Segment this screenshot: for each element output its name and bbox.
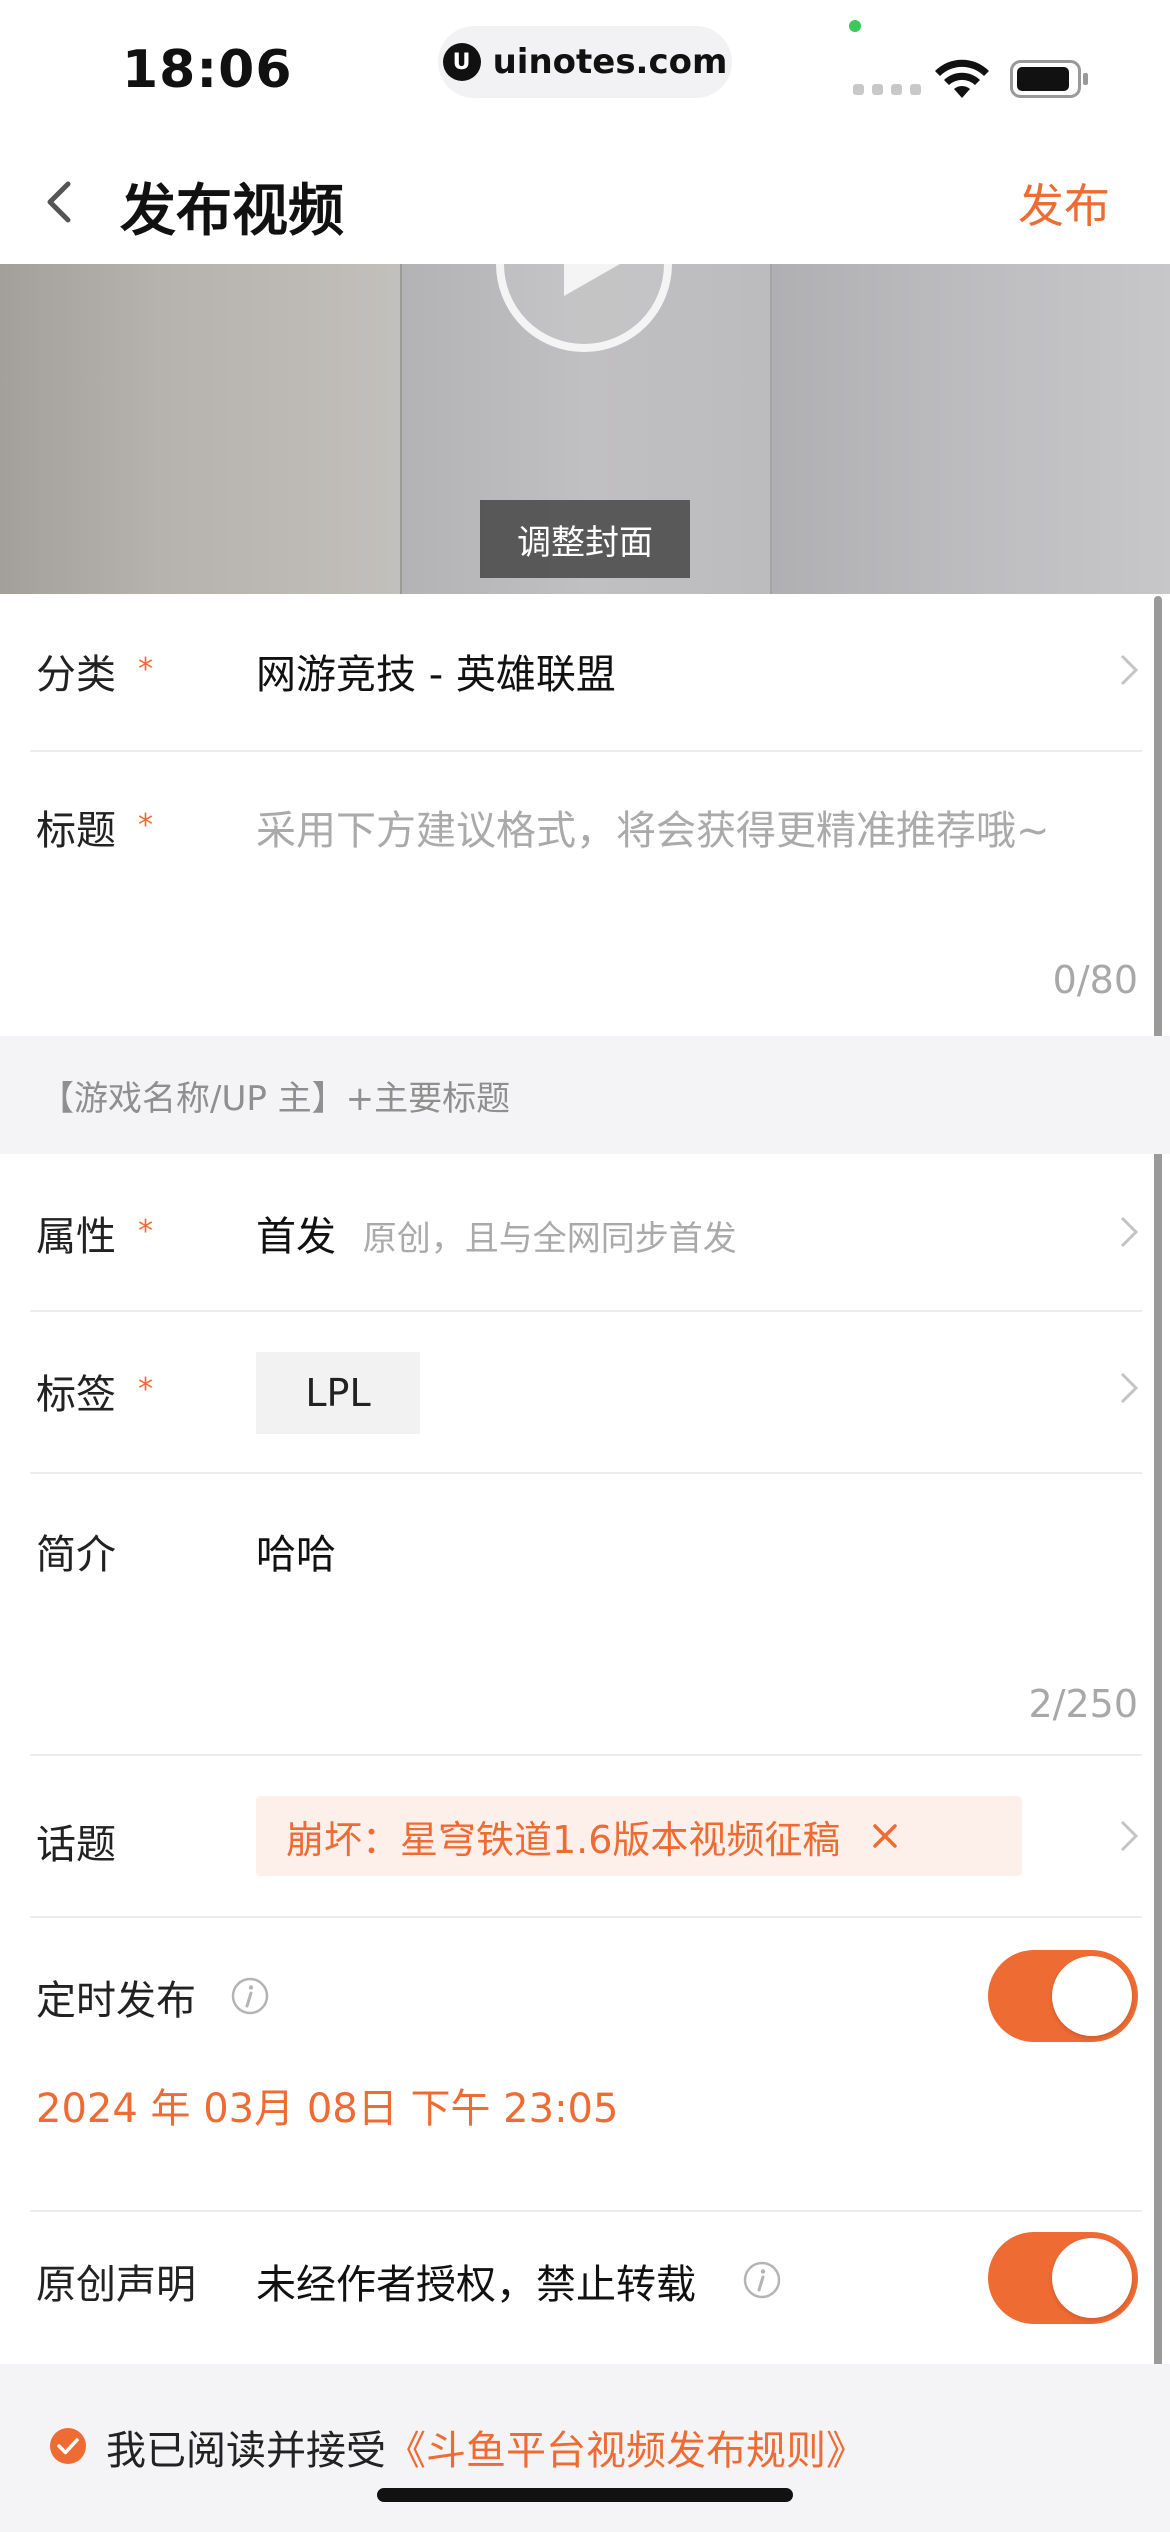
chevron-right-icon xyxy=(1120,654,1139,686)
topic-chip-text: 崩坏：星穹铁道1.6版本视频征稿 xyxy=(286,1817,841,1862)
intro-char-counter: 2/250 xyxy=(1028,1682,1138,1726)
publish-video-page: 18:06 U uinotes.com 发布视频 发布 调整封面 分类 * 网游… xyxy=(0,0,1170,2532)
original-toggle[interactable] xyxy=(988,2232,1138,2324)
intro-row[interactable]: 简介 哈哈 2/250 xyxy=(0,1474,1170,1754)
status-time: 18:06 xyxy=(122,40,293,100)
schedule-label: 定时发布 xyxy=(36,1978,196,2024)
signal-icon xyxy=(853,84,921,95)
chevron-right-icon xyxy=(1120,1372,1139,1404)
nav-bar: 发布视频 发布 xyxy=(0,140,1170,264)
title-input[interactable]: 采用下方建议格式，将会获得更精准推荐哦~ xyxy=(256,798,1050,856)
attribute-value: 首发 原创，且与全网同步首发 xyxy=(256,1204,737,1262)
wifi-icon xyxy=(935,59,989,98)
agreement-text: 我已阅读并接受《斗鱼平台视频发布规则》 xyxy=(106,2418,866,2476)
schedule-row: 定时发布 xyxy=(0,1918,1170,2208)
site-logo-icon: U xyxy=(442,43,481,81)
required-mark: * xyxy=(138,1372,153,1407)
attribute-label: 属性 xyxy=(36,1214,116,1260)
chevron-right-icon xyxy=(1120,1820,1139,1852)
category-row[interactable]: 分类 * 网游竞技 - 英雄联盟 xyxy=(0,594,1170,750)
chevron-right-icon xyxy=(1120,1216,1139,1248)
intro-label: 简介 xyxy=(36,1532,116,1578)
original-label: 原创声明 xyxy=(36,2262,196,2308)
back-arrow-icon[interactable] xyxy=(36,176,88,228)
url-text: uinotes.com xyxy=(492,42,728,82)
tags-row[interactable]: 标签 * xyxy=(0,1312,1170,1472)
privacy-indicator-dot xyxy=(849,20,861,32)
checkbox-checked-icon[interactable] xyxy=(48,2426,88,2466)
schedule-datetime[interactable]: 2024 年 03月 08日 下午 23:05 xyxy=(36,2076,618,2134)
battery-icon xyxy=(1010,60,1088,98)
home-indicator xyxy=(377,2488,793,2502)
title-row[interactable]: 标题 * 采用下方建议格式，将会获得更精准推荐哦~ 0/80 xyxy=(0,752,1170,1036)
info-icon[interactable] xyxy=(742,2260,782,2300)
required-mark: * xyxy=(138,808,153,843)
required-mark: * xyxy=(138,1214,153,1249)
attribute-row[interactable]: 属性 * 首发 原创，且与全网同步首发 xyxy=(0,1154,1170,1310)
title-label: 标题 xyxy=(36,808,116,854)
close-icon[interactable] xyxy=(870,1821,900,1851)
play-icon[interactable] xyxy=(494,264,674,354)
url-pill[interactable]: U uinotes.com xyxy=(438,26,732,98)
topic-label: 话题 xyxy=(36,1822,116,1868)
attribute-hint: 原创，且与全网同步首发 xyxy=(362,1219,737,1259)
category-label: 分类 xyxy=(36,652,116,698)
agreement-footer: 我已阅读并接受《斗鱼平台视频发布规则》 xyxy=(0,2364,1170,2532)
title-format-suggestion: 【游戏名称/UP 主】+主要标题 xyxy=(0,1036,1170,1154)
original-text: 未经作者授权，禁止转载 xyxy=(256,2262,696,2308)
page-title: 发布视频 xyxy=(120,179,344,244)
toggle-knob xyxy=(1052,1956,1132,2036)
title-char-counter: 0/80 xyxy=(1052,958,1138,1002)
original-row: 原创声明 未经作者授权，禁止转载 xyxy=(0,2212,1170,2362)
attribute-value-text: 首发 xyxy=(256,1214,336,1260)
schedule-toggle[interactable] xyxy=(988,1950,1138,2042)
required-mark: * xyxy=(138,652,153,687)
publish-button[interactable]: 发布 xyxy=(1018,170,1110,236)
intro-input[interactable]: 哈哈 xyxy=(256,1522,336,1580)
video-cover[interactable]: 调整封面 xyxy=(0,264,1170,594)
cover-frame xyxy=(770,264,1170,594)
agreement-prefix: 我已阅读并接受 xyxy=(106,2428,386,2474)
tags-label: 标签 xyxy=(36,1372,116,1418)
suggestion-text: 【游戏名称/UP 主】+主要标题 xyxy=(40,1078,511,1119)
adjust-cover-button[interactable]: 调整封面 xyxy=(480,500,690,578)
category-value: 网游竞技 - 英雄联盟 xyxy=(256,652,616,698)
tag-chip[interactable]: LPL xyxy=(256,1352,420,1434)
cover-frame xyxy=(0,264,400,594)
info-icon[interactable] xyxy=(230,1976,270,2016)
toggle-knob xyxy=(1052,2238,1132,2318)
status-bar: 18:06 U uinotes.com xyxy=(0,0,1170,140)
topic-chip[interactable]: 崩坏：星穹铁道1.6版本视频征稿 xyxy=(256,1796,1022,1876)
agreement-rules-link[interactable]: 《斗鱼平台视频发布规则》 xyxy=(386,2428,866,2474)
